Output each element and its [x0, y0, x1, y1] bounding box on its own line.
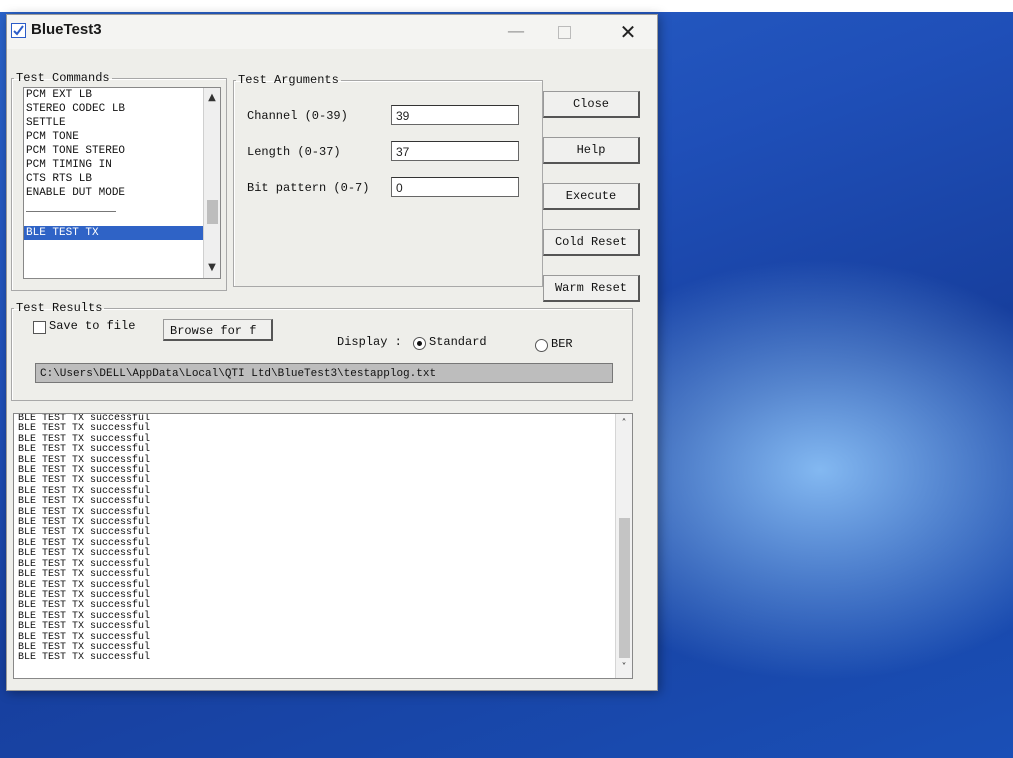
bluetest-window: BlueTest3 — ✕ Test Commands PCM EXT LB S… [6, 14, 658, 691]
commands-scrollbar[interactable]: ▲ ▼ [203, 88, 220, 278]
top-band [0, 0, 1013, 12]
log-line: BLE TEST TX successful [18, 652, 151, 664]
list-item[interactable]: ENABLE DUT MODE [24, 186, 220, 200]
scroll-thumb[interactable] [207, 200, 218, 224]
scroll-down-icon[interactable]: ▼ [204, 260, 220, 276]
log-scrollbar[interactable]: ˄ ˅ [615, 414, 632, 678]
length-label: Length (0-37) [247, 145, 341, 159]
list-item[interactable]: PCM EXT LB [24, 88, 220, 102]
bit-pattern-label: Bit pattern (0-7) [247, 181, 370, 195]
test-commands-legend: Test Commands [16, 71, 110, 85]
bit-pattern-field[interactable]: 0 [391, 177, 519, 197]
list-item[interactable]: STEREO CODEC LB [24, 102, 220, 116]
minimize-button[interactable]: — [493, 17, 539, 47]
list-item-selected[interactable]: BLE TEST TX [24, 226, 220, 240]
channel-field[interactable]: 39 [391, 105, 519, 125]
test-arguments-legend: Test Arguments [238, 73, 339, 87]
close-window-button[interactable]: ✕ [605, 17, 651, 47]
test-results-legend: Test Results [16, 301, 103, 315]
log-lines: BLE TEST TX successful BLE TEST TX succes… [14, 414, 632, 664]
browse-button[interactable]: Browse for f [163, 319, 273, 341]
scroll-thumb[interactable] [619, 518, 630, 658]
ber-radio[interactable] [535, 339, 548, 352]
save-to-file-label: Save to file [49, 319, 136, 333]
app-checkbox-icon [11, 23, 26, 38]
list-item[interactable]: PCM TIMING IN [24, 158, 220, 172]
list-item[interactable]: CTS RTS LB [24, 172, 220, 186]
maximize-icon [557, 25, 571, 39]
log-path-field[interactable]: C:\Users\DELL\AppData\Local\QTI Ltd\Blue… [35, 363, 613, 383]
standard-radio-label: Standard [429, 335, 487, 349]
scroll-up-icon[interactable]: ˄ [616, 416, 632, 432]
execute-button[interactable]: Execute [543, 183, 640, 210]
log-line: BLE TEST TX successful [18, 621, 151, 633]
display-label: Display : [337, 335, 402, 349]
list-item[interactable]: SETTLE [24, 116, 220, 130]
scroll-down-icon[interactable]: ˅ [616, 660, 632, 676]
warm-reset-button[interactable]: Warm Reset [543, 275, 640, 302]
log-output[interactable]: BLE TEST TX successful BLE TEST TX succes… [13, 413, 633, 679]
list-item[interactable]: PCM TONE STEREO [24, 144, 220, 158]
cold-reset-button[interactable]: Cold Reset [543, 229, 640, 256]
channel-label: Channel (0-39) [247, 109, 348, 123]
maximize-button[interactable] [541, 17, 587, 47]
ber-radio-label: BER [551, 337, 573, 351]
scroll-up-icon[interactable]: ▲ [204, 90, 220, 106]
list-item[interactable]: PCM TONE [24, 130, 220, 144]
help-button[interactable]: Help [543, 137, 640, 164]
window-title: BlueTest3 [31, 21, 102, 38]
close-button[interactable]: Close [543, 91, 640, 118]
length-field[interactable]: 37 [391, 141, 519, 161]
save-to-file-checkbox[interactable] [33, 321, 46, 334]
title-bar[interactable]: BlueTest3 — ✕ [7, 15, 657, 49]
test-commands-list[interactable]: PCM EXT LB STEREO CODEC LB SETTLE PCM TO… [23, 87, 221, 279]
log-line: BLE TEST TX successful [18, 569, 151, 581]
standard-radio[interactable] [413, 337, 426, 350]
list-separator [24, 200, 220, 214]
